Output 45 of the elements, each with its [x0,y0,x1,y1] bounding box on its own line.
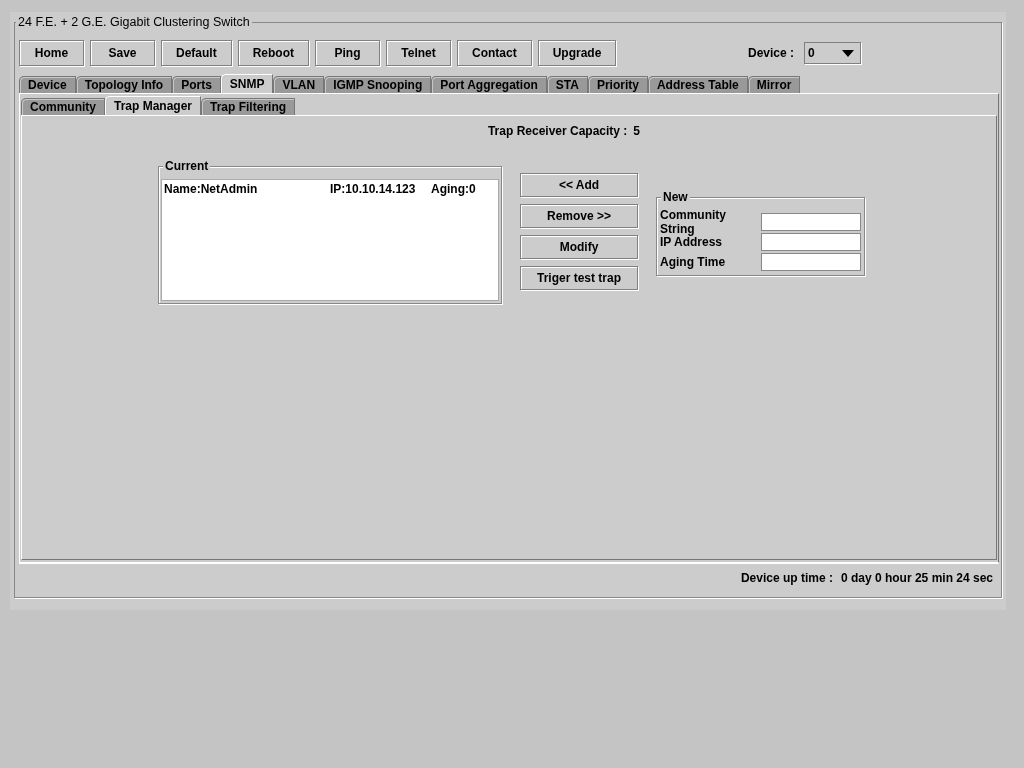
device-dropdown[interactable]: 0 [804,42,861,64]
action-button[interactable]: Modify [520,235,638,259]
toolbar-button[interactable]: Reboot [237,40,309,66]
action-button[interactable]: << Add [520,173,638,197]
input-field[interactable] [761,233,861,251]
toolbar-button[interactable]: Upgrade [537,40,617,66]
tab[interactable]: Topology Info [75,76,173,93]
field-label: IP Address [660,235,724,249]
capacity-value: 5 [633,124,641,138]
uptime-value: 0 day 0 hour 25 min 24 sec [840,571,993,587]
input-field[interactable] [761,213,861,231]
toolbar-button[interactable]: Ping [315,40,380,66]
group-title: New [661,190,690,204]
tab[interactable]: Port Aggregation [431,76,547,93]
tab[interactable]: Device [19,76,76,93]
capacity-label: Trap Receiver Capacity : [487,124,628,138]
window-title: 24 F.E. + 2 G.E. Gigabit Clustering Switch [16,15,252,29]
input-field[interactable] [761,253,861,271]
action-button[interactable]: Remove >> [520,204,638,228]
tab[interactable]: Ports [172,76,221,93]
uptime-label: Device up time : [740,571,833,587]
toolbar-button[interactable]: Home [19,40,84,66]
action-button[interactable]: Triger test trap [520,266,638,290]
tab[interactable]: Trap Filtering [201,98,296,115]
tab[interactable]: Address Table [647,76,748,93]
tab[interactable]: IGMP Snooping [324,76,432,93]
group-title: Current [163,159,211,173]
toolbar-button[interactable]: Save [90,40,155,66]
tab[interactable]: Community [21,98,105,115]
tab[interactable]: Priority [587,76,648,93]
tab[interactable]: SNMP [220,74,274,93]
device-label: Device : [747,46,794,60]
tab[interactable]: VLAN [273,76,325,93]
tab[interactable]: STA [546,76,588,93]
field-label: Community String [660,208,727,236]
caret-icon [842,49,854,57]
toolbar-button[interactable]: Contact [457,40,532,66]
toolbar-button[interactable]: Telnet [386,40,451,66]
toolbar-button[interactable]: Default [161,40,232,66]
receiver-aging[interactable]: Aging:0 [431,182,476,196]
receiver-ip[interactable]: IP:10.10.14.123 [330,182,431,196]
field-label: Aging Time [660,255,727,269]
tab[interactable]: Mirror [747,76,801,93]
tab[interactable]: Trap Manager [105,96,202,115]
receiver-name[interactable]: Name:NetAdmin [164,182,330,196]
